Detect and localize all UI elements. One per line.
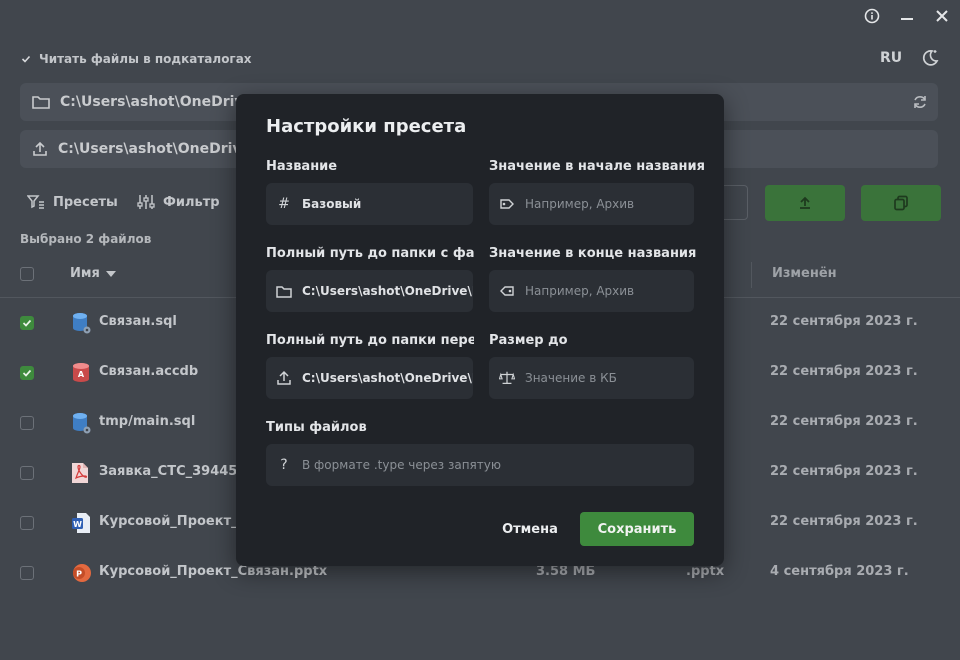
move-files-button[interactable] [765,185,845,221]
file-name: Связан.accdb [99,364,199,379]
scale-icon [499,370,515,386]
size-field[interactable]: Значение в КБ [489,357,694,399]
filter-label: Фильтр [163,194,220,210]
file-modified-date: 22 сентября 2023 г. [770,364,918,379]
refresh-icon[interactable] [912,94,928,110]
prefix-placeholder: Например, Архив [525,197,635,211]
file-name: Связан.sql [99,314,177,329]
size-placeholder: Значение в КБ [525,371,617,385]
subfolders-option[interactable]: Читать файлы в подкаталогах [20,52,252,66]
row-checkbox[interactable] [20,316,34,330]
info-icon[interactable] [861,5,883,27]
presets-label: Пресеты [53,194,118,210]
upload-icon [276,370,292,386]
database-icon [71,312,91,334]
word-icon: W [71,512,91,534]
suffix-field[interactable]: Например, Архив [489,270,694,312]
cancel-button[interactable]: Отмена [494,512,566,546]
theme-toggle-icon[interactable] [920,48,940,68]
column-name-label: Имя [70,266,100,281]
database-icon [71,412,91,434]
sort-down-icon [105,270,116,277]
size-label: Размер до [489,333,568,348]
column-modified[interactable]: Изменён [772,266,837,281]
column-name[interactable]: Имя [70,266,116,281]
selection-count: Выбрано 2 файлов [20,232,152,246]
preset-settings-dialog: Настройки пресета Название # Базовый Зна… [236,94,724,566]
row-checkbox[interactable] [20,466,34,480]
file-extension: .pptx [686,564,725,579]
file-types-field[interactable]: ? В формате .type через запятую [266,444,694,486]
svg-text:P: P [76,570,82,579]
copy-icon [894,195,908,211]
file-modified-date: 22 сентября 2023 г. [770,314,918,329]
suffix-placeholder: Например, Архив [525,284,635,298]
dest-path-field[interactable]: C:\Users\ashot\OneDrive\Pa [266,357,473,399]
filter-button[interactable]: Фильтр [137,194,220,210]
upload-icon [33,141,47,156]
select-all-checkbox[interactable] [20,267,34,281]
source-path-value: C:\Users\ashot\OneDrive\Pa [302,284,473,298]
types-label: Типы файлов [266,420,367,435]
dest-label: Полный путь до папки переноса [266,333,474,348]
file-modified-date: 22 сентября 2023 г. [770,514,918,529]
row-checkbox[interactable] [20,416,34,430]
sliders-icon [137,195,155,209]
file-modified-date: 4 сентября 2023 г. [770,564,909,579]
tag-end-icon [499,283,515,299]
file-modified-date: 22 сентября 2023 г. [770,414,918,429]
name-field[interactable]: # Базовый [266,183,473,225]
question-icon: ? [280,457,288,473]
svg-text:A: A [78,370,85,379]
column-divider [751,262,752,288]
presets-button[interactable]: Пресеты [27,194,118,210]
language-switch[interactable]: RU [880,50,902,66]
hash-icon: # [278,196,290,212]
pdf-icon [71,462,91,484]
upload-icon [800,196,810,209]
folder-icon [32,96,50,109]
dest-path-value: C:\Users\ashot\OneDrive\Pa [302,371,473,385]
row-checkbox[interactable] [20,366,34,380]
file-name: Курсовой_Проект_Связан.pptx [99,564,328,579]
dialog-title: Настройки пресета [266,116,467,137]
name-label: Название [266,159,338,174]
minimize-icon[interactable] [896,5,918,27]
prefix-field[interactable]: Например, Архив [489,183,694,225]
svg-text:W: W [73,520,82,529]
tag-start-icon [499,196,515,212]
close-icon[interactable] [931,5,953,27]
file-modified-date: 22 сентября 2023 г. [770,464,918,479]
types-placeholder: В формате .type через запятую [302,458,501,472]
file-name: tmp/main.sql [99,414,196,429]
name-value: Базовый [302,197,362,211]
row-checkbox[interactable] [20,566,34,580]
presets-filter-icon [27,195,44,209]
suffix-label: Значение в конце названия [489,246,697,261]
copy-files-button[interactable] [861,185,941,221]
folder-icon [276,283,292,299]
save-button[interactable]: Сохранить [580,512,694,546]
source-label: Полный путь до папки с файлами [266,246,474,261]
file-size: 3.58 МБ [536,564,596,579]
source-path-field[interactable]: C:\Users\ashot\OneDrive\Pa [266,270,473,312]
powerpoint-icon: P [71,562,91,584]
subfolders-label: Читать файлы в подкаталогах [39,52,252,66]
row-checkbox[interactable] [20,516,34,530]
subfolders-checkbox[interactable] [20,54,31,65]
prefix-label: Значение в начале названия [489,159,705,174]
access-db-icon: A [71,362,91,384]
